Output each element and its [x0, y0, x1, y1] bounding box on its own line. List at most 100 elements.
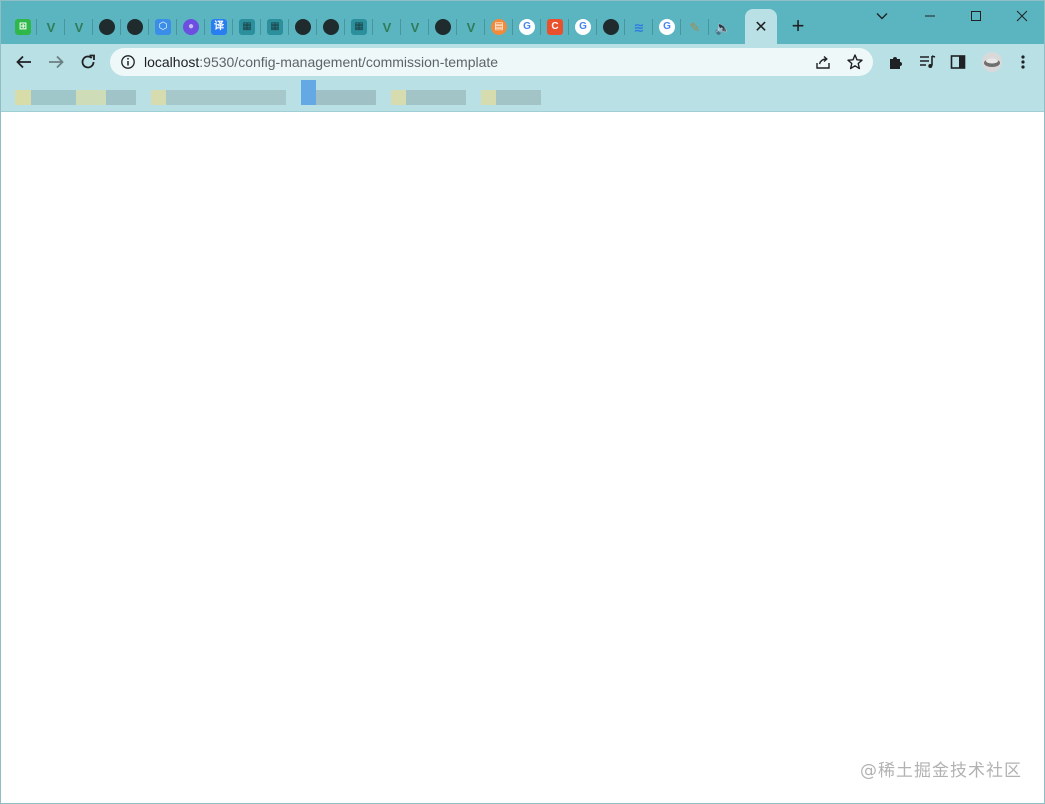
browser-tab[interactable]: V	[65, 10, 93, 44]
vue-logo-icon: V	[410, 19, 420, 35]
bookmark-item[interactable]	[301, 80, 316, 105]
maximize-button[interactable]	[953, 1, 999, 31]
browser-tab[interactable]: ●	[121, 10, 149, 44]
globe-icon: ●	[99, 19, 115, 35]
arrow-left-icon	[16, 55, 31, 69]
close-window-button[interactable]	[999, 1, 1044, 31]
side-panel-icon	[950, 55, 966, 69]
browser-window: ⊞ V V ● ● ⬡ ● 译 ▦ ▦ ● ● ▦ V V ● V ▤ G C G ● ≋ G ✎ 🔈 ✕ + l	[0, 0, 1045, 804]
tab-list: ⊞ V V ● ● ⬡ ● 译 ▦ ▦ ● ● ▦ V V ● V ▤ G C G ● ≋ G ✎ 🔈	[9, 10, 737, 44]
bookmark-item[interactable]	[151, 90, 166, 105]
extensions-button[interactable]	[886, 52, 906, 72]
bookmark-item[interactable]	[166, 90, 286, 105]
browser-tab[interactable]: G	[653, 10, 681, 44]
layers-icon: ≋	[633, 19, 645, 35]
orange-doc-icon: ▤	[491, 19, 507, 35]
bookmark-item[interactable]	[15, 90, 31, 105]
bookmark-star-icon[interactable]	[846, 53, 864, 71]
github-icon: ●	[295, 19, 311, 35]
vue-logo-icon: V	[74, 19, 84, 35]
purple-circle-icon: ●	[183, 19, 199, 35]
studio-icon: ▦	[351, 19, 367, 35]
forward-button[interactable]	[42, 48, 70, 76]
globe-icon: ●	[127, 19, 143, 35]
browser-tab[interactable]: ●	[93, 10, 121, 44]
puzzle-icon	[890, 57, 902, 69]
browser-tab[interactable]: ▦	[233, 10, 261, 44]
playlist-music-icon	[920, 55, 936, 68]
page-content: @稀土掘金技术社区	[1, 112, 1044, 803]
browser-tab[interactable]: ▤	[485, 10, 513, 44]
green-grid-icon: ⊞	[15, 19, 31, 35]
browser-tab[interactable]: ≋	[625, 10, 653, 44]
active-tab[interactable]: ✕	[745, 9, 777, 44]
minimize-icon	[925, 15, 935, 17]
back-button[interactable]	[10, 48, 38, 76]
bookmark-item[interactable]	[406, 90, 466, 105]
github-icon: ●	[603, 19, 619, 35]
profile-avatar[interactable]	[980, 51, 1004, 73]
browser-tab[interactable]: ●	[177, 10, 205, 44]
tab-search-button[interactable]	[859, 1, 905, 31]
watermark: @稀土掘金技术社区	[860, 761, 1022, 781]
browser-tab[interactable]: ●	[429, 10, 457, 44]
browser-tab[interactable]: ⬡	[149, 10, 177, 44]
github-icon: ●	[435, 19, 451, 35]
close-icon	[1016, 10, 1028, 22]
browser-tab[interactable]: ⊞	[9, 10, 37, 44]
google-icon: G	[519, 19, 535, 35]
browser-tab[interactable]: G	[513, 10, 541, 44]
browser-tab[interactable]: V	[401, 10, 429, 44]
more-vertical-icon	[1021, 55, 1025, 69]
bookmark-item[interactable]	[31, 90, 76, 105]
reload-button[interactable]	[74, 48, 102, 76]
speaker-icon: 🔈	[714, 19, 732, 35]
minimize-button[interactable]	[907, 1, 953, 31]
browser-tab[interactable]: V	[37, 10, 65, 44]
close-tab-icon[interactable]: ✕	[754, 17, 767, 37]
url-text[interactable]: localhost:9530/config-management/commiss…	[144, 54, 498, 70]
translate-icon: 译	[211, 19, 227, 35]
github-icon: ●	[323, 19, 339, 35]
media-control-button[interactable]	[917, 52, 937, 72]
hexagon-logo-icon: ⬡	[155, 19, 171, 35]
browser-tab[interactable]: G	[569, 10, 597, 44]
bookmark-item[interactable]	[496, 90, 541, 105]
browser-tab[interactable]: V	[373, 10, 401, 44]
browser-tab[interactable]: ●	[597, 10, 625, 44]
avatar-icon	[982, 52, 1002, 72]
new-tab-button[interactable]: +	[787, 14, 809, 38]
browser-tab[interactable]: ▦	[261, 10, 289, 44]
maximize-icon	[971, 11, 981, 21]
bookmark-item[interactable]	[316, 90, 376, 105]
vue-logo-icon: V	[46, 19, 56, 35]
browser-tab[interactable]: ✎	[681, 10, 709, 44]
browser-tab[interactable]: ●	[289, 10, 317, 44]
info-icon[interactable]	[120, 54, 136, 70]
pencil-icon: ✎	[689, 19, 701, 35]
browser-tab[interactable]: C	[541, 10, 569, 44]
browser-toolbar: localhost:9530/config-management/commiss…	[1, 44, 1044, 80]
bookmark-item[interactable]	[391, 90, 406, 105]
vue-logo-icon: V	[466, 19, 476, 35]
url-host: localhost	[144, 54, 200, 70]
studio-icon: ▦	[267, 19, 283, 35]
browser-tab[interactable]: 🔈	[709, 10, 737, 44]
browser-tab[interactable]: ●	[317, 10, 345, 44]
browser-tab[interactable]: V	[457, 10, 485, 44]
address-bar[interactable]: localhost:9530/config-management/commiss…	[110, 48, 873, 76]
browser-tab[interactable]: ▦	[345, 10, 373, 44]
bookmark-item[interactable]	[106, 90, 136, 105]
side-panel-button[interactable]	[948, 52, 968, 72]
google-icon: G	[659, 19, 675, 35]
browser-tab[interactable]: 译	[205, 10, 233, 44]
tab-strip: ⊞ V V ● ● ⬡ ● 译 ▦ ▦ ● ● ▦ V V ● V ▤ G C G ● ≋ G ✎ 🔈 ✕ +	[1, 1, 1044, 44]
bookmark-item[interactable]	[76, 90, 106, 105]
url-path: :9530/config-management/commission-templ…	[199, 54, 499, 70]
share-icon[interactable]	[814, 53, 832, 71]
browser-menu-button[interactable]	[1013, 52, 1033, 72]
bookmark-item[interactable]	[481, 90, 496, 105]
studio-icon: ▦	[239, 19, 255, 35]
chevron-down-icon	[876, 13, 888, 20]
bookmarks-bar	[1, 80, 1044, 112]
